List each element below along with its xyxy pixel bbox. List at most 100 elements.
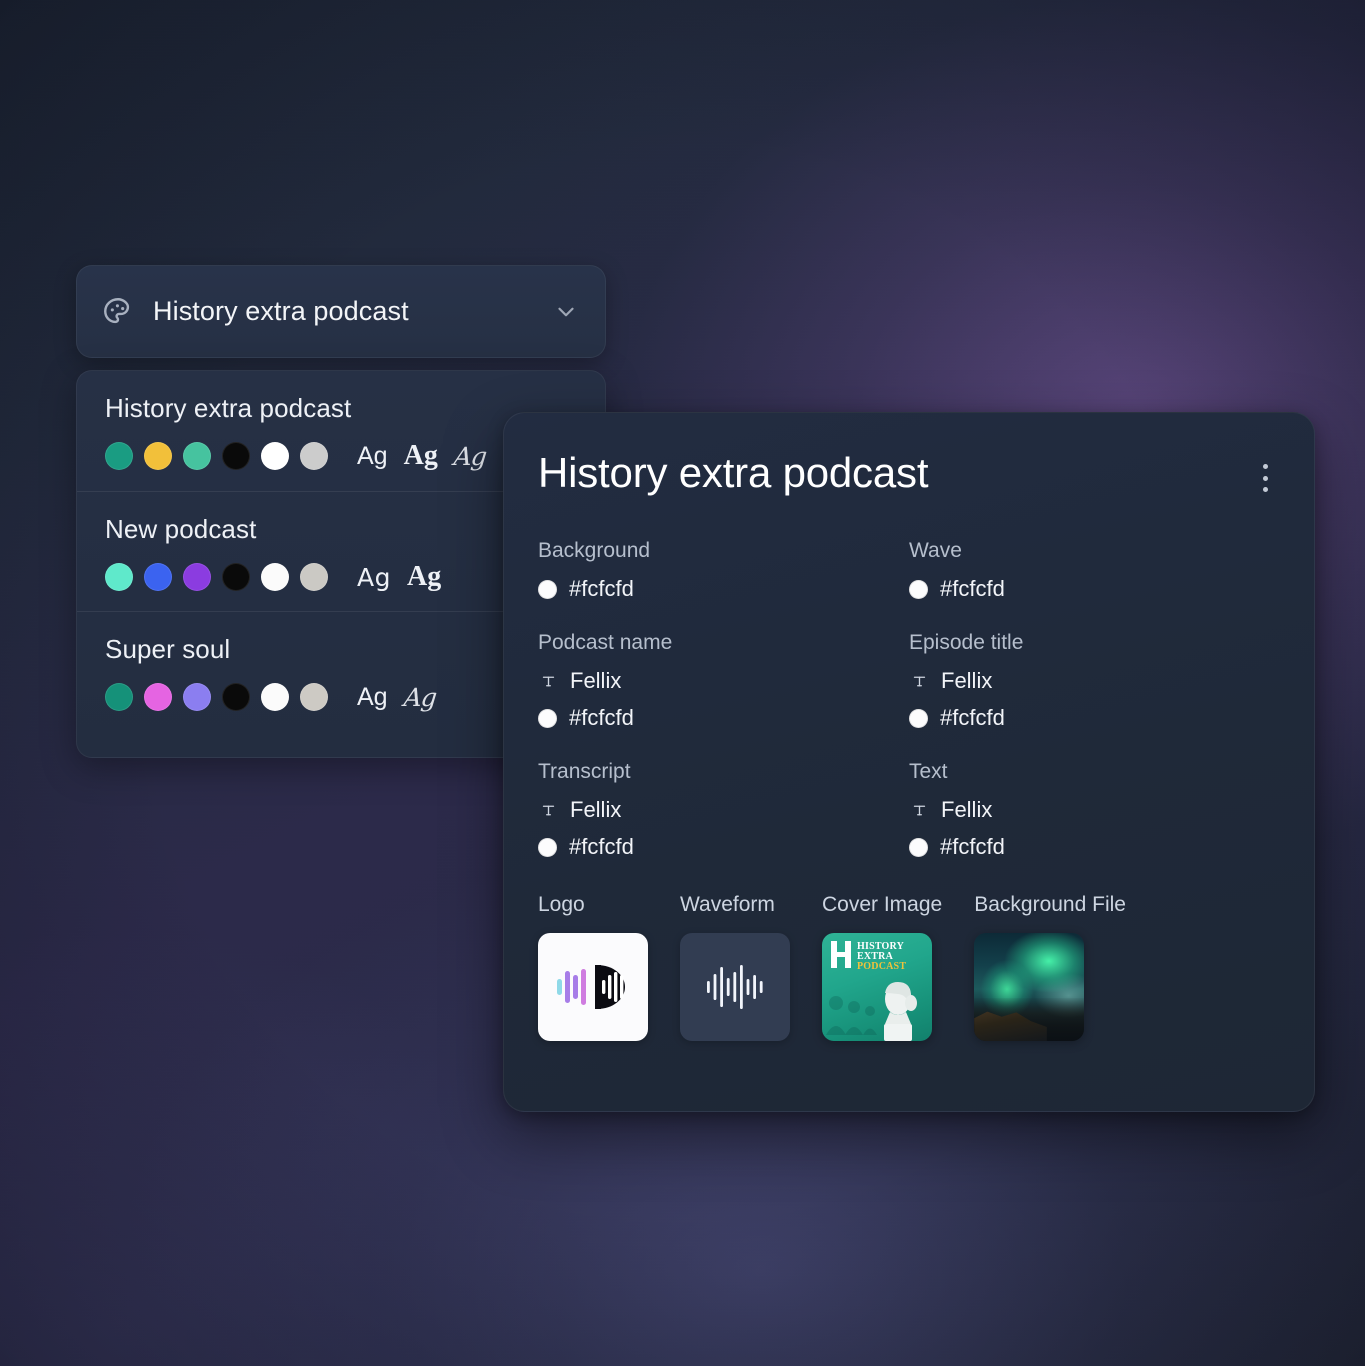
color-swatch[interactable] (300, 442, 328, 470)
color-swatch[interactable] (222, 683, 250, 711)
color-swatch[interactable] (261, 442, 289, 470)
font-row[interactable]: Fellix (538, 667, 909, 695)
color-dot[interactable] (909, 579, 928, 599)
theme-selector[interactable]: History extra podcast (76, 265, 606, 358)
color-row[interactable]: #fcfcfd (909, 575, 1280, 603)
font-name-value: Fellix (941, 668, 993, 693)
color-dot[interactable] (909, 708, 928, 728)
card-header: History extra podcast (538, 449, 1280, 497)
cover-wordmark: HISTORY EXTRA PODCAST (829, 941, 906, 973)
color-swatch[interactable] (300, 563, 328, 591)
color-dot[interactable] (909, 837, 928, 857)
kebab-dot (1262, 464, 1268, 469)
theme-assets-row: Logo Waveform Cover Image HISTORY EXTRA PODCA… (538, 893, 1280, 1041)
property-block: Wave #fcfcfd (909, 539, 1280, 603)
color-swatch[interactable] (105, 563, 133, 591)
font-sample[interactable]: Ag (357, 565, 391, 590)
color-hex-value: #fcfcfd (940, 834, 1005, 859)
asset-label: Logo (538, 893, 585, 916)
theme-selector-label: History extra podcast (153, 296, 409, 326)
property-label: Transcript (538, 760, 631, 783)
color-row[interactable]: #fcfcfd (909, 833, 1280, 861)
color-swatch[interactable] (183, 563, 211, 591)
property-block: Background #fcfcfd (538, 539, 909, 603)
property-block: Podcast name Fellix #fcfcfd (538, 631, 909, 732)
color-dot[interactable] (538, 579, 557, 599)
chevron-down-icon[interactable] (553, 299, 579, 325)
cover-crowd-silhouette (826, 996, 877, 1035)
color-swatch[interactable] (105, 683, 133, 711)
asset-label: Waveform (680, 893, 775, 916)
property-block: Transcript Fellix #fcfcfd (538, 760, 909, 861)
kebab-dot (1262, 475, 1268, 481)
property-label: Background (538, 539, 651, 562)
font-sample[interactable]: Ag (357, 684, 388, 710)
font-sample-group: Ag Ag (357, 683, 437, 712)
font-sample[interactable]: Ag (452, 442, 487, 471)
theme-properties-grid: Background #fcfcfd Wave #fcfcfd Podcast name… (538, 539, 1280, 861)
font-sample-group: Ag Ag Ag (357, 442, 487, 471)
color-swatch[interactable] (222, 563, 250, 591)
color-row[interactable]: #fcfcfd (538, 704, 909, 732)
font-sample[interactable]: Ag (402, 683, 437, 712)
color-row[interactable]: #fcfcfd (538, 575, 909, 603)
color-swatch[interactable] (144, 683, 172, 711)
font-row[interactable]: Fellix (909, 796, 1280, 824)
font-sample[interactable]: Ag (407, 563, 441, 591)
color-swatch[interactable] (300, 683, 328, 711)
color-row[interactable]: #fcfcfd (909, 704, 1280, 732)
asset-label: Background File (974, 893, 1126, 916)
font-sample-group: Ag Ag (357, 563, 441, 591)
cover-bust-illustration (884, 982, 917, 1041)
cover-image-thumbnail[interactable]: HISTORY EXTRA PODCAST (822, 933, 932, 1041)
asset-block-logo-thumbnail: Logo (538, 893, 648, 1041)
font-name-value: Fellix (570, 668, 622, 693)
text-font-icon (909, 671, 929, 691)
font-row[interactable]: Fellix (909, 667, 1280, 695)
color-hex-value: #fcfcfd (569, 705, 634, 730)
font-name-value: Fellix (941, 797, 993, 822)
property-label: Wave (909, 539, 962, 562)
color-swatch[interactable] (261, 683, 289, 711)
podcast-theme-detail-card: History extra podcast Background #fcfcfd W… (503, 412, 1315, 1112)
color-swatch[interactable] (222, 442, 250, 470)
color-dot[interactable] (538, 708, 557, 728)
theme-option-name: History extra podcast (105, 393, 352, 423)
color-swatch[interactable] (105, 442, 133, 470)
waveform-thumbnail[interactable] (680, 933, 790, 1041)
property-label: Episode title (909, 631, 1024, 654)
color-swatch[interactable] (261, 563, 289, 591)
logo-thumbnail[interactable] (538, 933, 648, 1041)
color-dot[interactable] (538, 837, 557, 857)
palette-icon (101, 295, 135, 329)
text-font-icon (538, 671, 558, 691)
asset-block-cover-image-thumbnail: Cover Image HISTORY EXTRA PODCAST (822, 893, 942, 1041)
cover-art: HISTORY EXTRA PODCAST (822, 933, 932, 1041)
color-swatch[interactable] (183, 442, 211, 470)
color-swatch[interactable] (144, 442, 172, 470)
aurora-foreground-rock (974, 1011, 1047, 1041)
text-font-icon (909, 800, 929, 820)
text-font-icon (538, 800, 558, 820)
kebab-menu-icon[interactable] (1250, 461, 1280, 495)
property-block: Text Fellix #fcfcfd (909, 760, 1280, 861)
font-row[interactable]: Fellix (538, 796, 909, 824)
color-swatch[interactable] (183, 683, 211, 711)
property-label: Text (909, 760, 948, 783)
asset-block-background-file-thumbnail: Background File (974, 893, 1126, 1041)
property-label: Podcast name (538, 631, 673, 654)
property-block: Episode title Fellix #fcfcfd (909, 631, 1280, 732)
font-sample[interactable]: Ag (404, 442, 438, 470)
page-title: History extra podcast (538, 449, 929, 496)
font-sample[interactable]: Ag (357, 443, 388, 469)
color-hex-value: #fcfcfd (569, 576, 634, 601)
asset-label: Cover Image (822, 893, 943, 916)
kebab-dot (1262, 487, 1268, 492)
color-swatch[interactable] (144, 563, 172, 591)
color-row[interactable]: #fcfcfd (538, 833, 909, 861)
background-file-thumbnail[interactable] (974, 933, 1085, 1041)
color-hex-value: #fcfcfd (940, 576, 1005, 601)
aurora-image (974, 933, 1085, 1041)
cover-h-monogram (829, 941, 853, 968)
asset-block-waveform-thumbnail: Waveform (680, 893, 790, 1041)
